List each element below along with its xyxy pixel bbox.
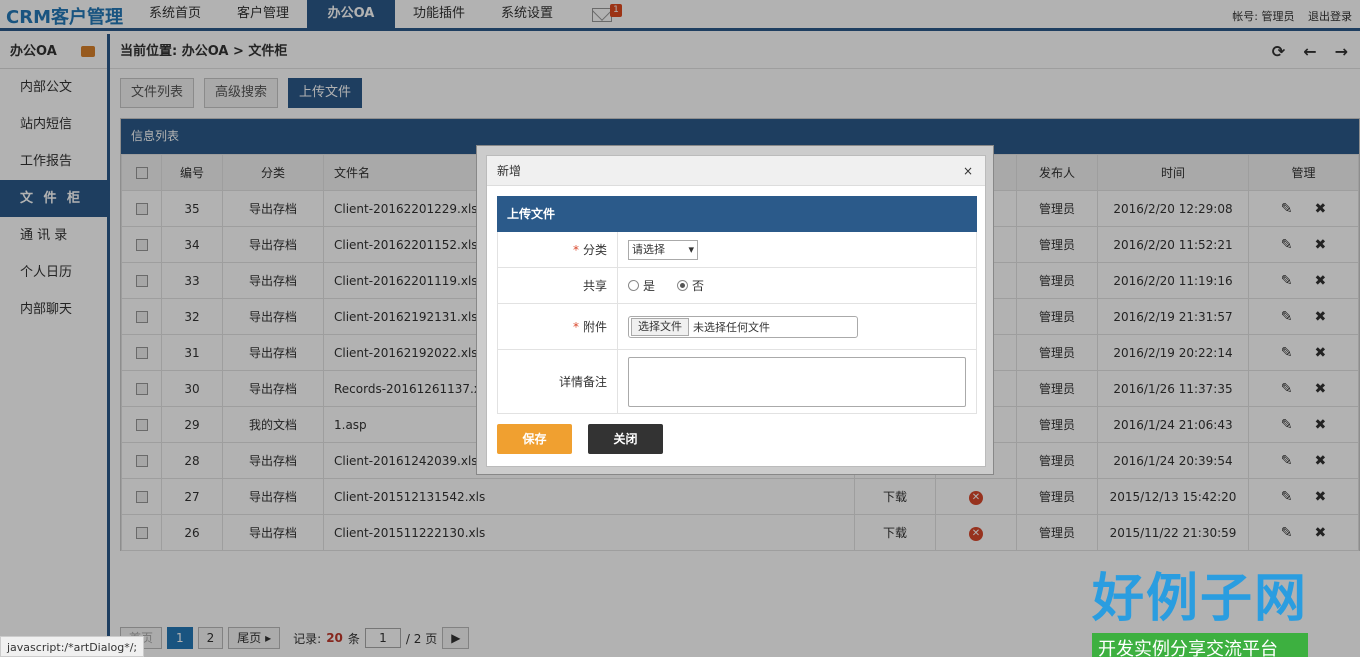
category-select[interactable]: 请选择 [628, 239, 698, 260]
share-no-radio[interactable] [677, 280, 689, 291]
watermark-subtitle: 开发实例分享交流平台 [1092, 633, 1309, 657]
share-yes-label: 是 [643, 279, 656, 293]
category-label: 分类 [582, 243, 607, 257]
attachment-label: 附件 [582, 320, 607, 334]
share-yes-radio[interactable] [628, 280, 639, 291]
file-input[interactable]: 选择文件 未选择任何文件 [628, 315, 858, 338]
form-title: 上传文件 [497, 196, 977, 232]
share-no-label: 否 [692, 279, 705, 293]
watermark: 好例子网 开发实例分享交流平台 [1092, 556, 1309, 657]
remark-textarea[interactable] [628, 356, 966, 407]
close-icon[interactable]: × [963, 156, 973, 186]
upload-form: 上传文件 *分类 请选择 共享 是 否 *附件 选择文件 未选择任何文件 [497, 196, 977, 414]
upload-dialog: 新增 × 上传文件 *分类 请选择 共享 是 否 *附件 选择文件 [476, 145, 994, 475]
file-status: 未选择任何文件 [693, 320, 770, 334]
save-button[interactable]: 保存 [497, 424, 572, 454]
remark-label: 详情备注 [558, 375, 607, 389]
dialog-title: 新增 × [487, 156, 985, 186]
share-label: 共享 [582, 279, 607, 293]
dialog-title-text: 新增 [497, 164, 522, 178]
close-button[interactable]: 关闭 [588, 424, 663, 454]
choose-file-button[interactable]: 选择文件 [631, 317, 689, 336]
watermark-title: 好例子网 [1092, 569, 1309, 629]
status-bar: javascript:/*artDialog*/; [0, 636, 145, 657]
